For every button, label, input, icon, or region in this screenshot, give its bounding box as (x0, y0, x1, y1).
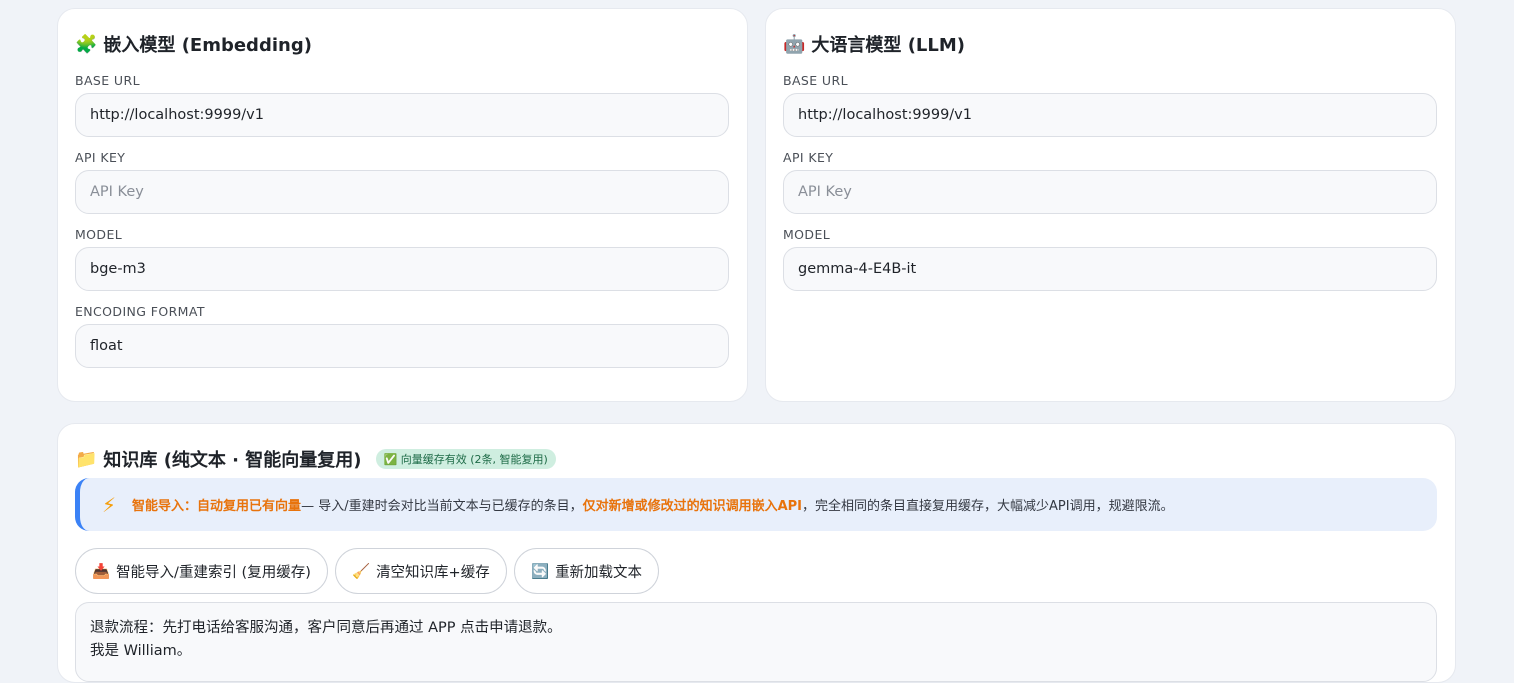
notice-text-1: — 导入/重建时会对比当前文本与已缓存的条目， (301, 499, 583, 514)
llm-title: 🤖 大语言模型 (LLM) (783, 31, 965, 57)
llm-card: 🤖 大语言模型 (LLM) BASE URL API KEY MODEL (765, 8, 1456, 402)
reload-text-label: 重新加载文本 (555, 564, 643, 581)
notice-highlight-2: 仅对新增或修改过的知识调用嵌入API (582, 499, 803, 514)
embedding-base-url-label: BASE URL (75, 73, 140, 88)
reload-text-button[interactable]: 🔄 重新加载文本 (514, 548, 660, 594)
llm-model-input[interactable] (783, 247, 1437, 291)
knowledge-text-area[interactable]: 退款流程：先打电话给客服沟通，客户同意后再通过 APP 点击申请退款。 我是 W… (75, 602, 1437, 682)
reload-icon: 🔄 (531, 563, 550, 580)
smart-import-notice: ⚡ 智能导入：自动复用已有向量 — 导入/重建时会对比当前文本与已缓存的条目， … (75, 478, 1437, 531)
embedding-title-text: 嵌入模型 (Embedding) (103, 35, 312, 56)
llm-model-label: MODEL (783, 227, 831, 242)
embedding-card: 🧩 嵌入模型 (Embedding) BASE URL API KEY MODE… (57, 8, 748, 402)
embedding-title: 🧩 嵌入模型 (Embedding) (75, 31, 312, 57)
smart-import-button[interactable]: 📥 智能导入/重建索引 (复用缓存) (75, 548, 328, 594)
puzzle-icon: 🧩 (75, 33, 98, 55)
cache-status-badge: ✅ 向量缓存有效 (2条, 智能复用) (375, 449, 556, 469)
llm-base-url-label: BASE URL (783, 73, 848, 88)
knowledge-title: 📁 知识库 (纯文本 · 智能向量复用) ✅ 向量缓存有效 (2条, 智能复用) (75, 446, 556, 472)
embedding-api-key-input[interactable] (75, 170, 729, 214)
clear-knowledge-button[interactable]: 🧹 清空知识库+缓存 (335, 548, 507, 594)
knowledge-card: 📁 知识库 (纯文本 · 智能向量复用) ✅ 向量缓存有效 (2条, 智能复用)… (57, 423, 1456, 683)
embedding-base-url-input[interactable] (75, 93, 729, 137)
embedding-model-input[interactable] (75, 247, 729, 291)
knowledge-title-text: 知识库 (纯文本 · 智能向量复用) (103, 450, 362, 471)
embedding-api-key-label: API KEY (75, 150, 126, 165)
inbox-tray-icon: 📥 (92, 563, 111, 580)
llm-base-url-input[interactable] (783, 93, 1437, 137)
smart-import-label: 智能导入/重建索引 (复用缓存) (116, 564, 311, 581)
clear-knowledge-label: 清空知识库+缓存 (376, 564, 490, 581)
embedding-model-label: MODEL (75, 227, 123, 242)
lightning-icon: ⚡ (102, 492, 117, 517)
broom-icon: 🧹 (352, 563, 371, 580)
embedding-encoding-input[interactable] (75, 324, 729, 368)
notice-highlight-1: 智能导入：自动复用已有向量 (132, 499, 302, 514)
llm-api-key-input[interactable] (783, 170, 1437, 214)
embedding-encoding-label: ENCODING FORMAT (75, 304, 205, 319)
folder-icon: 📁 (75, 448, 98, 470)
robot-icon: 🤖 (783, 33, 806, 55)
notice-text-2: ，完全相同的条目直接复用缓存，大幅减少API调用，规避限流。 (802, 499, 1174, 514)
llm-api-key-label: API KEY (783, 150, 834, 165)
llm-title-text: 大语言模型 (LLM) (811, 35, 965, 56)
